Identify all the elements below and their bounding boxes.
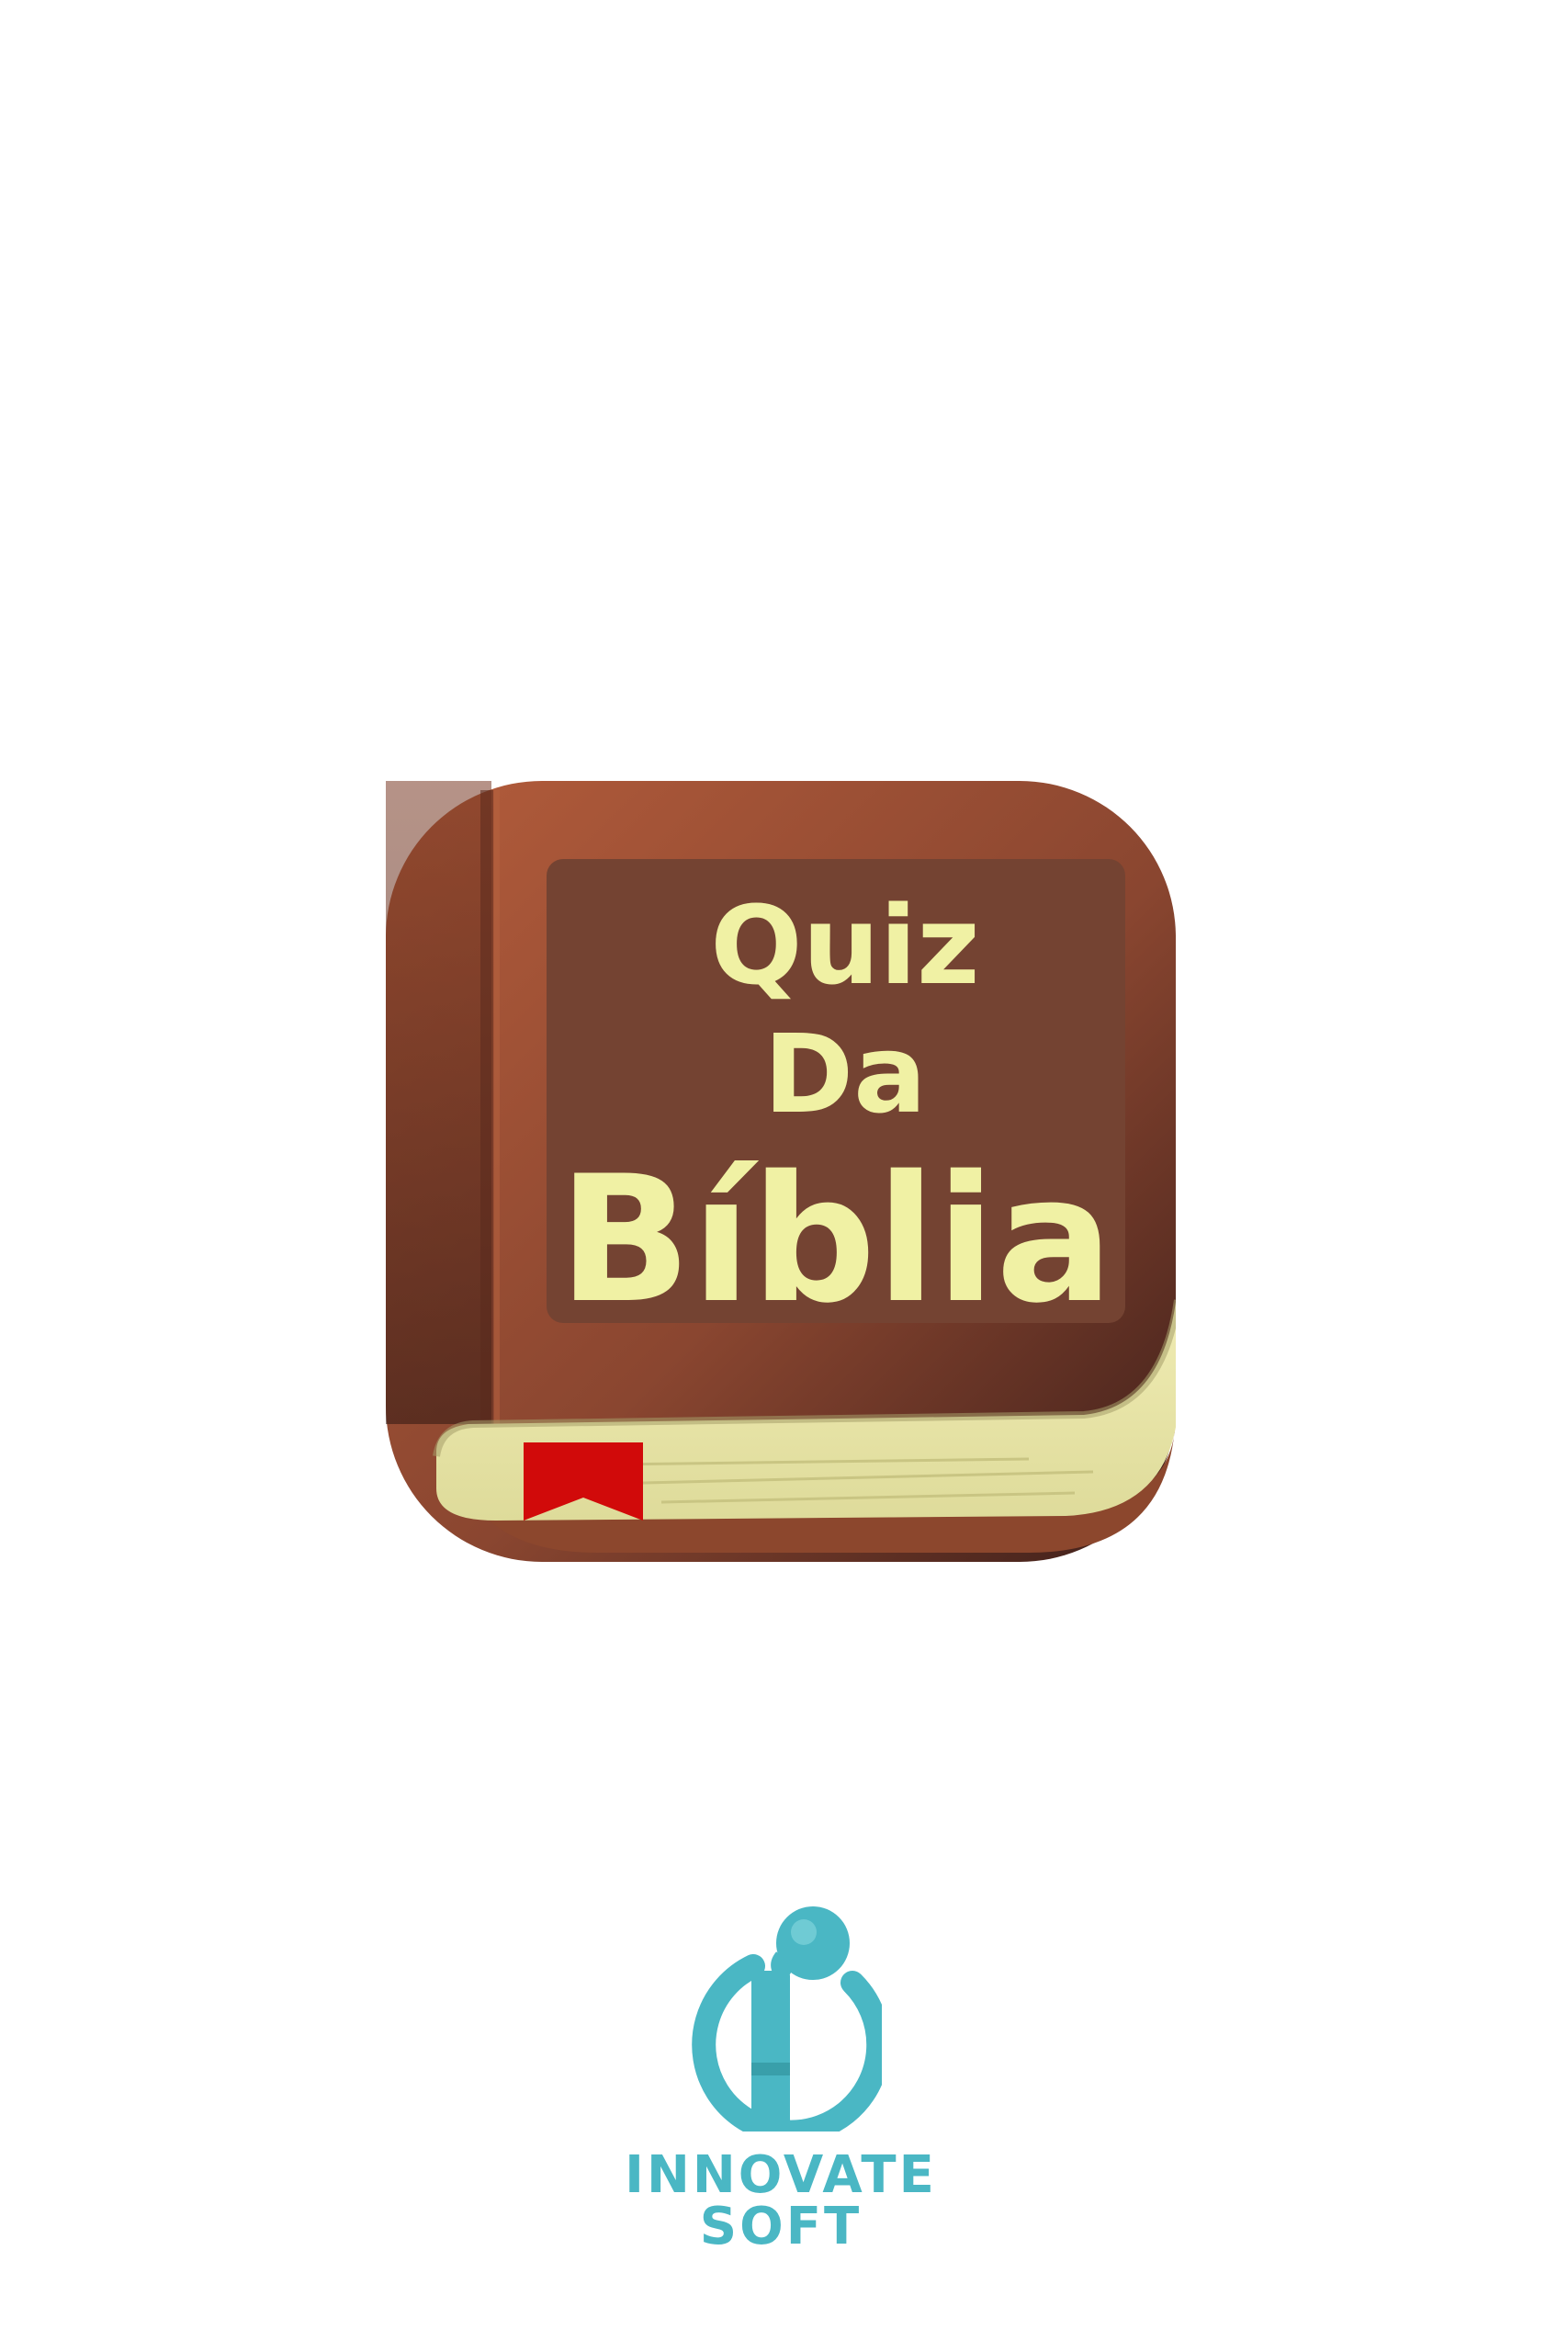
spine-line [480,790,493,1424]
title-line-quiz: Quiz [710,882,979,1009]
innovate-soft-logo-icon [671,1902,882,2132]
brand-name: INNOVATE SOFT [625,2145,937,2256]
app-icon: Quiz Da Bíblia [386,772,1176,1562]
title-line-da: Da [763,1011,927,1137]
book-spine [386,781,491,1424]
splash-screen: Quiz Da Bíblia INNOVATE SOFT [0,0,1568,2352]
title-line-biblia: Bíblia [558,1138,1113,1341]
book-icon: Quiz Da Bíblia [386,781,1176,1562]
spine-line-highlight [494,790,500,1424]
brand-footer: INNOVATE SOFT [551,1902,1010,2253]
